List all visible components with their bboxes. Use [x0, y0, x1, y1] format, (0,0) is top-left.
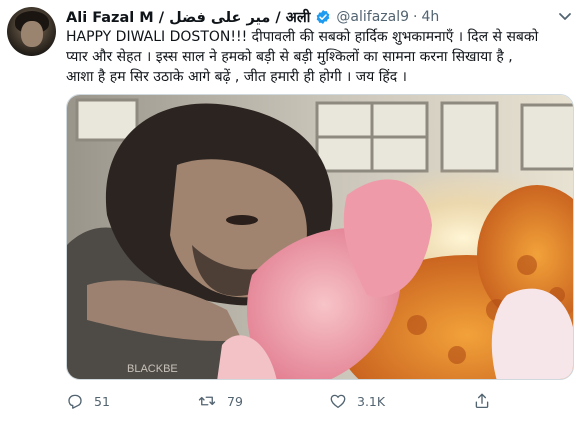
like-count: 3.1K	[357, 393, 386, 409]
tweet-text-line: प्यार और सेहत । इस्स साल ने हमको बड़ी से…	[66, 49, 513, 65]
reply-button[interactable]: 51	[66, 390, 110, 412]
display-name[interactable]: Ali Fazal M / میر علی فضل / अली	[66, 7, 310, 27]
tweet-card[interactable]: Ali Fazal M / میر علی فضل / अली @alifaza…	[0, 0, 587, 424]
tweet-media-image[interactable]: BLACKBE	[66, 94, 574, 380]
retweet-button[interactable]: 79	[197, 390, 243, 412]
tweet-actions: 51 79 3.1K	[66, 390, 516, 412]
tweet-text-line: आशा है हम सिर उठाके आगे बढ़ें , जीत हमार…	[66, 69, 407, 85]
retweet-icon	[198, 396, 216, 406]
verified-badge-icon	[315, 9, 331, 25]
heart-icon	[330, 394, 346, 409]
share-button[interactable]	[473, 390, 501, 412]
reply-icon	[68, 394, 82, 409]
tweet-timestamp[interactable]: 4h	[421, 9, 439, 25]
user-handle[interactable]: @alifazal9	[336, 9, 409, 25]
retweet-count: 79	[227, 393, 243, 409]
avatar[interactable]	[7, 7, 56, 56]
tweet-text: HAPPY DIWALI DOSTON!!! दीपावली की सबको ह…	[66, 27, 576, 87]
tweet-header: Ali Fazal M / میر علی فضل / अली @alifaza…	[66, 7, 439, 27]
more-options-icon[interactable]	[555, 6, 575, 26]
shirt-brand-text: BLACKBE	[127, 363, 178, 375]
reply-count: 51	[94, 393, 110, 409]
like-button[interactable]: 3.1K	[329, 390, 385, 412]
tweet-text-line: HAPPY DIWALI DOSTON!!! दीपावली की सबको ह…	[66, 29, 539, 45]
separator-dot: ·	[413, 9, 418, 25]
share-icon	[475, 393, 489, 409]
